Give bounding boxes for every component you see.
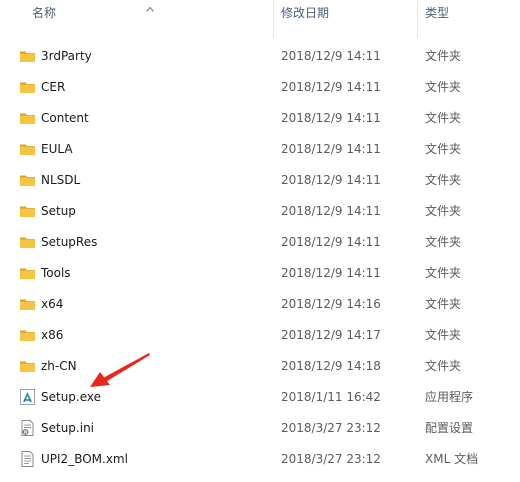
file-type: 文件夹 bbox=[425, 80, 462, 94]
file-row[interactable]: Content 2018/12/9 14:11 文件夹 bbox=[0, 103, 520, 134]
file-date: 2018/12/9 14:11 bbox=[281, 204, 381, 218]
file-name: UPI2_BOM.xml bbox=[41, 452, 128, 466]
column-header-name[interactable]: 名称 bbox=[0, 0, 272, 38]
file-date: 2018/12/9 14:11 bbox=[281, 111, 381, 125]
setup-app-icon bbox=[20, 389, 35, 405]
file-row[interactable]: x64 2018/12/9 14:16 文件夹 bbox=[0, 289, 520, 320]
file-name: x86 bbox=[41, 328, 64, 342]
file-date: 2018/12/9 14:11 bbox=[281, 49, 381, 63]
file-type: 文件夹 bbox=[425, 111, 462, 125]
file-list: 3rdParty 2018/12/9 14:11 文件夹 CER 2018/12… bbox=[0, 41, 520, 475]
column-header-name-label: 名称 bbox=[32, 6, 57, 20]
file-date: 2018/3/27 23:12 bbox=[281, 452, 381, 466]
file-name: Setup.ini bbox=[41, 421, 95, 435]
folder-icon bbox=[20, 299, 35, 310]
file-name: Setup.exe bbox=[41, 390, 102, 404]
folder-icon bbox=[20, 144, 35, 155]
file-name: Tools bbox=[41, 266, 71, 280]
sort-ascending-icon bbox=[146, 6, 154, 12]
file-name: 3rdParty bbox=[41, 49, 92, 63]
file-date: 2018/12/9 14:11 bbox=[281, 173, 381, 187]
file-row[interactable]: Setup 2018/12/9 14:11 文件夹 bbox=[0, 196, 520, 227]
file-date: 2018/1/11 16:42 bbox=[281, 390, 381, 404]
folder-icon bbox=[20, 361, 35, 372]
file-name: Setup bbox=[41, 204, 76, 218]
file-type: 文件夹 bbox=[425, 142, 462, 156]
file-name: Content bbox=[41, 111, 89, 125]
file-row[interactable]: CER 2018/12/9 14:11 文件夹 bbox=[0, 72, 520, 103]
file-type: 应用程序 bbox=[425, 390, 474, 404]
file-type: 文件夹 bbox=[425, 173, 462, 187]
file-type: 文件夹 bbox=[425, 204, 462, 218]
folder-icon bbox=[20, 237, 35, 248]
file-name: zh-CN bbox=[41, 359, 77, 373]
file-date: 2018/3/27 23:12 bbox=[281, 421, 381, 435]
folder-icon bbox=[20, 268, 35, 279]
column-header-date-label: 修改日期 bbox=[281, 6, 330, 20]
file-date: 2018/12/9 14:11 bbox=[281, 142, 381, 156]
folder-icon bbox=[20, 206, 35, 217]
file-type: 文件夹 bbox=[425, 297, 462, 311]
file-name: EULA bbox=[41, 142, 73, 156]
file-date: 2018/12/9 14:11 bbox=[281, 80, 381, 94]
column-header-bar: 名称 修改日期 类型 bbox=[0, 0, 520, 38]
column-header-type[interactable]: 类型 bbox=[418, 0, 520, 38]
file-row[interactable]: Setup.exe 2018/1/11 16:42 应用程序 bbox=[0, 382, 520, 413]
file-date: 2018/12/9 14:11 bbox=[281, 266, 381, 280]
file-name: SetupRes bbox=[41, 235, 98, 249]
xml-file-icon bbox=[21, 451, 34, 467]
folder-icon bbox=[20, 82, 35, 93]
file-date: 2018/12/9 14:11 bbox=[281, 235, 381, 249]
file-type: 文件夹 bbox=[425, 235, 462, 249]
file-date: 2018/12/9 14:17 bbox=[281, 328, 381, 342]
file-name: CER bbox=[41, 80, 66, 94]
file-row[interactable]: Tools 2018/12/9 14:11 文件夹 bbox=[0, 258, 520, 289]
file-row[interactable]: x86 2018/12/9 14:17 文件夹 bbox=[0, 320, 520, 351]
file-date: 2018/12/9 14:16 bbox=[281, 297, 381, 311]
folder-icon bbox=[20, 175, 35, 186]
file-row[interactable]: EULA 2018/12/9 14:11 文件夹 bbox=[0, 134, 520, 165]
file-type: 文件夹 bbox=[425, 359, 462, 373]
file-type: XML 文档 bbox=[425, 452, 479, 466]
file-row[interactable]: zh-CN 2018/12/9 14:18 文件夹 bbox=[0, 351, 520, 382]
column-header-date[interactable]: 修改日期 bbox=[274, 0, 416, 38]
file-name: x64 bbox=[41, 297, 64, 311]
file-row[interactable]: 3rdParty 2018/12/9 14:11 文件夹 bbox=[0, 41, 520, 72]
folder-icon bbox=[20, 330, 35, 341]
file-date: 2018/12/9 14:18 bbox=[281, 359, 381, 373]
column-header-type-label: 类型 bbox=[425, 6, 450, 20]
file-row[interactable]: Setup.ini 2018/3/27 23:12 配置设置 bbox=[0, 413, 520, 444]
file-row[interactable]: UPI2_BOM.xml 2018/3/27 23:12 XML 文档 bbox=[0, 444, 520, 475]
file-type: 文件夹 bbox=[425, 49, 462, 63]
file-explorer-list: 名称 修改日期 类型 3rdParty 2018/12/9 14:11 文件夹 … bbox=[0, 0, 520, 482]
file-type: 文件夹 bbox=[425, 328, 462, 342]
folder-icon bbox=[20, 51, 35, 62]
folder-icon bbox=[20, 113, 35, 124]
file-name: NLSDL bbox=[41, 173, 81, 187]
file-row[interactable]: NLSDL 2018/12/9 14:11 文件夹 bbox=[0, 165, 520, 196]
file-row[interactable]: SetupRes 2018/12/9 14:11 文件夹 bbox=[0, 227, 520, 258]
file-type: 文件夹 bbox=[425, 266, 462, 280]
config-file-icon bbox=[21, 420, 34, 436]
file-type: 配置设置 bbox=[425, 421, 474, 435]
